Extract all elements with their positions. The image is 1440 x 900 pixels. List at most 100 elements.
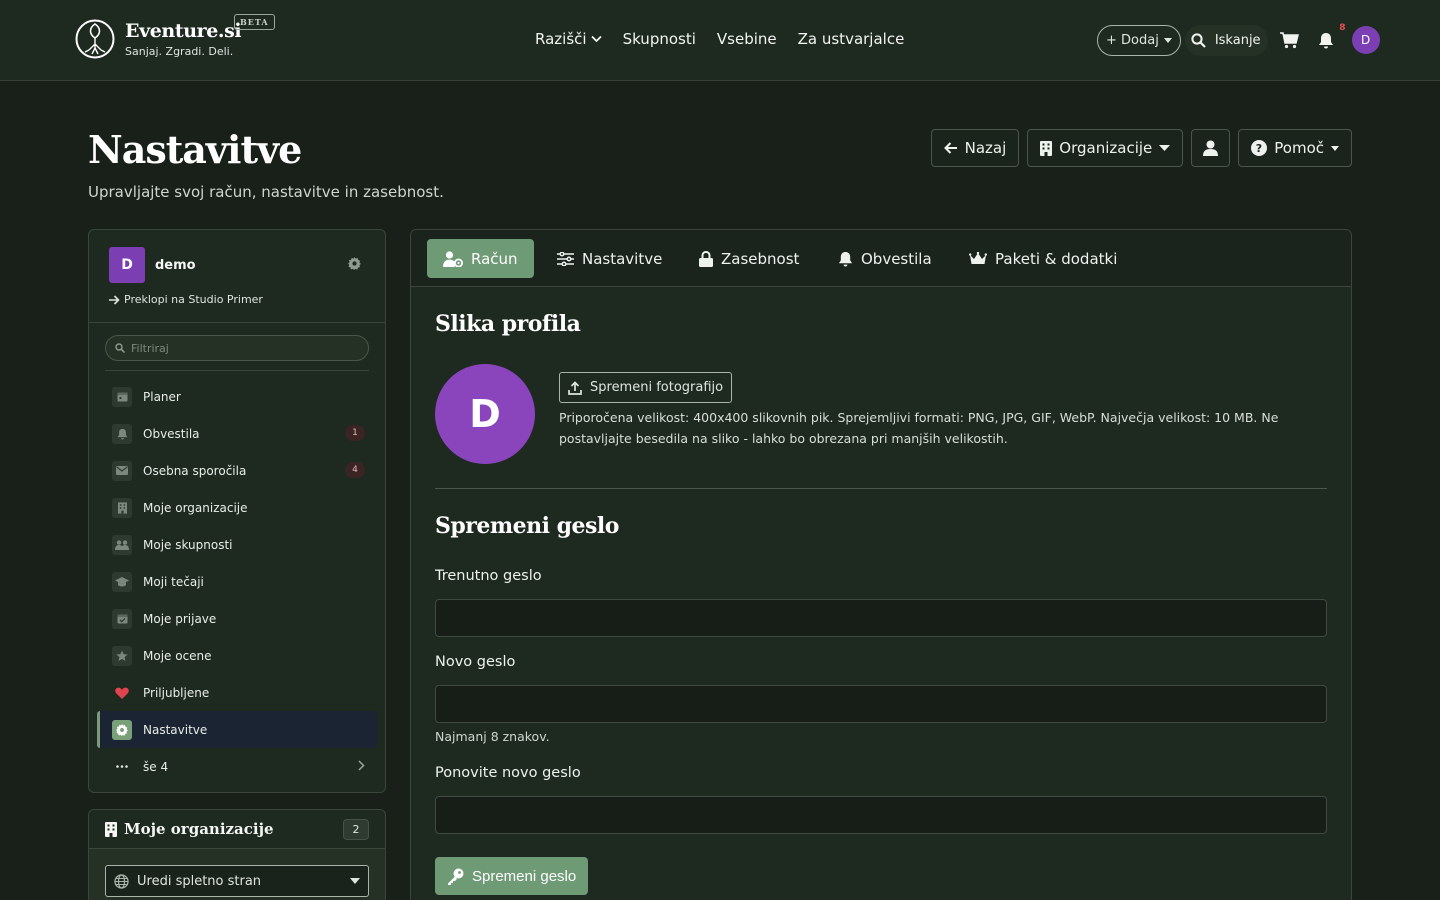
sidebar-item-messages[interactable]: Osebna sporočila 4	[97, 452, 377, 489]
unread-count-badge: 1	[345, 425, 365, 441]
building-icon	[105, 821, 117, 837]
page-title: Nastavitve	[88, 127, 302, 172]
building-icon	[1040, 140, 1053, 156]
sidebar-filter	[105, 335, 369, 361]
help-dropdown[interactable]: ? Pomoč	[1238, 129, 1352, 167]
main-nav: Razišči Skupnosti Vsebine Za ustvarjalce	[535, 30, 925, 48]
new-password-label: Novo geslo	[435, 654, 516, 670]
sidebar-item-planer[interactable]: Planer	[97, 378, 377, 415]
sidebar-item-reviews[interactable]: Moje ocene	[97, 637, 377, 674]
cart-icon	[1280, 31, 1300, 48]
user-avatar-menu[interactable]: D	[1351, 26, 1380, 54]
new-password-field[interactable]	[435, 685, 1327, 723]
sidebar-item-courses[interactable]: Moji tečaji	[97, 563, 377, 600]
sidebar-user-name[interactable]: demo	[155, 258, 196, 273]
tab-account[interactable]: Račun	[427, 239, 534, 278]
envelope-icon	[112, 460, 132, 481]
tab-label: Nastavitve	[582, 249, 663, 268]
tab-label: Račun	[471, 249, 518, 268]
search-label: Iskanje	[1214, 32, 1261, 48]
orgs-count-badge: 2	[343, 819, 369, 840]
tab-plans[interactable]: Paketi & dodatki	[953, 239, 1133, 278]
orgs-card-title: Moje organizacije	[105, 820, 274, 838]
sidebar-item-label: Obvestila	[143, 426, 200, 441]
add-dropdown-button[interactable]: + Dodaj	[1097, 24, 1181, 56]
sidebar-item-notifications[interactable]: Obvestila 1	[97, 415, 377, 452]
caret-down-icon	[1159, 145, 1171, 151]
building-icon	[112, 497, 132, 518]
current-password-label: Trenutno geslo	[435, 568, 542, 584]
help-label: Pomoč	[1274, 139, 1324, 157]
profile-button[interactable]	[1191, 129, 1231, 167]
sidebar-item-registrations[interactable]: Moje prijave	[97, 600, 377, 637]
change-photo-button[interactable]: Spremeni fotografijo	[559, 372, 733, 403]
cart-button[interactable]	[1279, 29, 1301, 51]
divider	[89, 322, 385, 323]
website-select[interactable]: Uredi spletno stran	[105, 865, 369, 897]
arrow-left-icon	[943, 142, 957, 154]
calendar-icon	[112, 386, 132, 407]
sidebar-item-settings[interactable]: Nastavitve	[97, 711, 377, 748]
tab-notifications[interactable]: Obvestila	[822, 239, 948, 278]
notification-count-badge: 8	[1339, 23, 1346, 33]
globe-icon	[114, 873, 129, 889]
sidebar-menu: Planer Obvestila 1 Osebna sporočila 4 Mo…	[97, 378, 377, 785]
search-icon	[1191, 32, 1206, 48]
calendar-check-icon	[112, 608, 132, 629]
nav-link-content[interactable]: Vsebine	[717, 30, 777, 48]
ellipsis-icon	[112, 757, 132, 777]
upload-icon	[568, 380, 582, 395]
sliders-icon	[557, 251, 574, 266]
back-button[interactable]: Nazaj	[930, 129, 1020, 167]
change-password-heading: Spremeni geslo	[435, 513, 619, 539]
divider	[89, 848, 385, 849]
header-actions: Nazaj Organizacije ? Pomoč	[930, 129, 1352, 167]
notifications-button[interactable]: 8	[1315, 23, 1346, 51]
current-password-field[interactable]	[435, 599, 1327, 637]
top-navbar: Eventure.si Sanjaj. Zgradi. Deli. BETA R…	[0, 0, 1440, 81]
sidebar-item-label: Planer	[143, 389, 181, 404]
unread-count-badge: 4	[345, 462, 365, 478]
back-label: Nazaj	[964, 139, 1007, 157]
settings-tabs: Račun Nastavitve Zasebnost Obvestila Pak…	[411, 230, 1351, 287]
sidebar-user-avatar[interactable]: D	[109, 247, 145, 283]
sidebar-item-label: Priljubljene	[143, 685, 210, 700]
graduation-cap-icon	[112, 571, 132, 592]
organizations-dropdown[interactable]: Organizacije	[1027, 129, 1184, 167]
sidebar-item-organizations[interactable]: Moje organizacije	[97, 489, 377, 526]
website-select-label: Uredi spletno stran	[137, 873, 262, 889]
nav-link-communities[interactable]: Skupnosti	[623, 30, 696, 48]
nav-link-creators[interactable]: Za ustvarjalce	[798, 30, 905, 48]
tab-label: Obvestila	[861, 249, 932, 268]
switch-profile-link[interactable]: Preklopi na Studio Primer	[109, 293, 263, 306]
sidebar-item-communities[interactable]: Moje skupnosti	[97, 526, 377, 563]
filter-input[interactable]	[131, 341, 351, 355]
sidebar-item-label: Osebna sporočila	[143, 463, 247, 478]
caret-down-icon	[1331, 145, 1339, 151]
sidebar-item-label: Moji tečaji	[143, 574, 204, 589]
repeat-password-label: Ponovite novo geslo	[435, 765, 581, 781]
repeat-password-field[interactable]	[435, 796, 1327, 834]
change-password-label: Spremeni geslo	[472, 867, 577, 885]
tab-preferences[interactable]: Nastavitve	[541, 239, 678, 278]
brand-tagline: Sanjaj. Zgradi. Deli.	[125, 45, 234, 58]
sidebar-item-label: Moje skupnosti	[143, 537, 233, 552]
section-divider	[435, 488, 1327, 489]
user-gear-icon	[443, 250, 463, 267]
arrow-right-icon	[109, 294, 120, 305]
caret-down-icon	[350, 878, 360, 884]
brand-logo-link[interactable]: Eventure.si Sanjaj. Zgradi. Deli.	[74, 18, 242, 60]
sidebar-item-favorites[interactable]: Priljubljene	[97, 674, 377, 711]
photo-requirements-text: Priporočena velikost: 400x400 slikovnih …	[559, 410, 1279, 446]
change-password-button[interactable]: Spremeni geslo	[435, 857, 589, 895]
chevron-down-icon	[590, 35, 602, 43]
my-organizations-card: Moje organizacije 2 Uredi spletno stran	[88, 809, 386, 900]
search-button[interactable]: Iskanje	[1184, 24, 1268, 56]
lock-icon	[699, 250, 713, 267]
divider	[105, 370, 369, 371]
tab-privacy[interactable]: Zasebnost	[683, 239, 815, 278]
sidebar-item-more[interactable]: še 4	[97, 748, 377, 785]
svg-text:?: ?	[1256, 142, 1262, 155]
nav-explore-dropdown[interactable]: Razišči	[535, 30, 602, 48]
gear-icon[interactable]	[348, 257, 361, 270]
